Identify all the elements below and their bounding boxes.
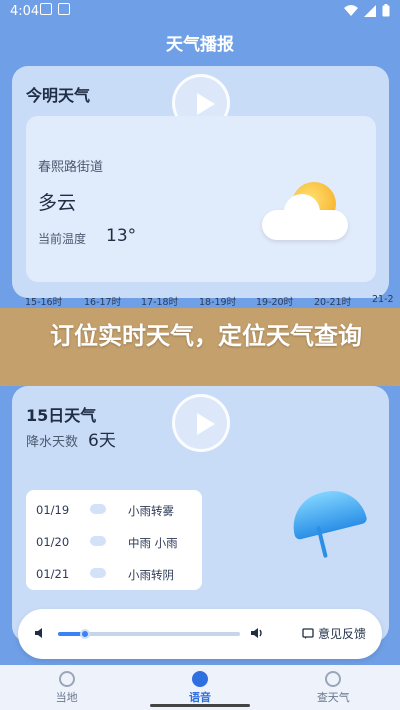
weather-icon	[90, 568, 106, 578]
system-icons	[344, 4, 390, 17]
forecast-weather: 小雨转阴	[128, 568, 174, 582]
rain-days-label: 降水天数	[26, 435, 79, 450]
forecast-row: 01/19 小雨转雾	[36, 500, 196, 520]
home-indicator	[150, 704, 250, 707]
feedback-button[interactable]: 意见反馈	[302, 625, 366, 642]
forecast-weather: 小雨转雾	[128, 504, 174, 518]
audio-player: 意见反馈	[18, 609, 382, 659]
signal-icon	[364, 4, 376, 17]
temp-value: 13°	[106, 226, 137, 246]
hour-label: 18-19时	[199, 297, 237, 308]
page-title: 天气播报	[166, 35, 234, 55]
status-bar: 4:04	[0, 0, 400, 24]
forecast-date: 01/21	[36, 567, 70, 581]
location-icon	[58, 671, 75, 687]
promo-banner: 订位实时天气，定位天气查询	[0, 308, 400, 386]
tab-label: 语音	[188, 691, 211, 704]
umbrella-icon	[282, 483, 372, 566]
hour-label: 21-2	[372, 294, 394, 305]
forecast-date: 01/20	[36, 535, 70, 549]
weather-condition: 多云	[38, 192, 77, 214]
notification-icon	[40, 3, 52, 15]
forecast-weather: 中雨 小雨	[128, 536, 178, 550]
progress-knob[interactable]	[80, 629, 91, 639]
weather-search-icon	[325, 671, 342, 687]
notification-icons	[40, 3, 70, 15]
forecast-row: 01/21 小雨转阴	[36, 564, 196, 584]
volume-high-icon[interactable]	[250, 626, 264, 640]
hour-label: 20-21时	[314, 297, 352, 308]
progress-slider[interactable]	[58, 629, 240, 639]
voice-icon	[191, 671, 208, 687]
rain-days: 降水天数 6天	[26, 426, 116, 451]
current-weather-panel: 春熙路街道 多云 当前温度 13°	[26, 116, 376, 282]
temp-label: 当前温度	[38, 232, 87, 246]
tab-check-weather[interactable]: 查天气	[267, 665, 400, 710]
forecast-row: 01/20 中雨 小雨	[36, 532, 196, 552]
street-name: 春熙路街道	[38, 160, 104, 175]
banner-text: 订位实时天气，定位天气查询	[50, 322, 362, 350]
play-button[interactable]	[172, 394, 230, 452]
weather-icon	[90, 504, 106, 514]
feedback-icon	[302, 627, 314, 639]
forecast-date: 01/19	[36, 503, 70, 517]
feedback-label: 意见反馈	[318, 627, 367, 641]
partly-cloudy-icon	[256, 176, 356, 246]
battery-icon	[382, 4, 390, 17]
weather-icon	[90, 536, 106, 546]
fifteen-day-card: 15日天气 降水天数 6天 01/19 小雨转雾 01/20 中雨 小雨 01/…	[12, 386, 389, 642]
hour-label: 19-20时	[256, 297, 294, 308]
tab-label: 当地	[55, 691, 78, 704]
today-card-title: 今明天气	[26, 86, 91, 105]
forecast-list: 01/19 小雨转雾 01/20 中雨 小雨 01/21 小雨转阴	[26, 490, 202, 590]
rain-days-value: 6天	[88, 431, 116, 451]
wifi-icon	[344, 4, 358, 16]
tab-label: 查天气	[316, 691, 350, 704]
volume-low-icon[interactable]	[34, 626, 48, 640]
hour-label: 17-18时	[141, 297, 179, 308]
fifteen-day-title: 15日天气	[26, 406, 97, 425]
hour-label: 16-17时	[84, 297, 122, 308]
tab-local[interactable]: 当地	[0, 665, 133, 710]
today-weather-card: 今明天气 春熙路街道 多云 当前温度 13°	[12, 66, 389, 298]
status-time: 4:04	[10, 4, 40, 19]
hour-label: 15-16时	[25, 297, 63, 308]
notification-icon	[58, 3, 70, 15]
